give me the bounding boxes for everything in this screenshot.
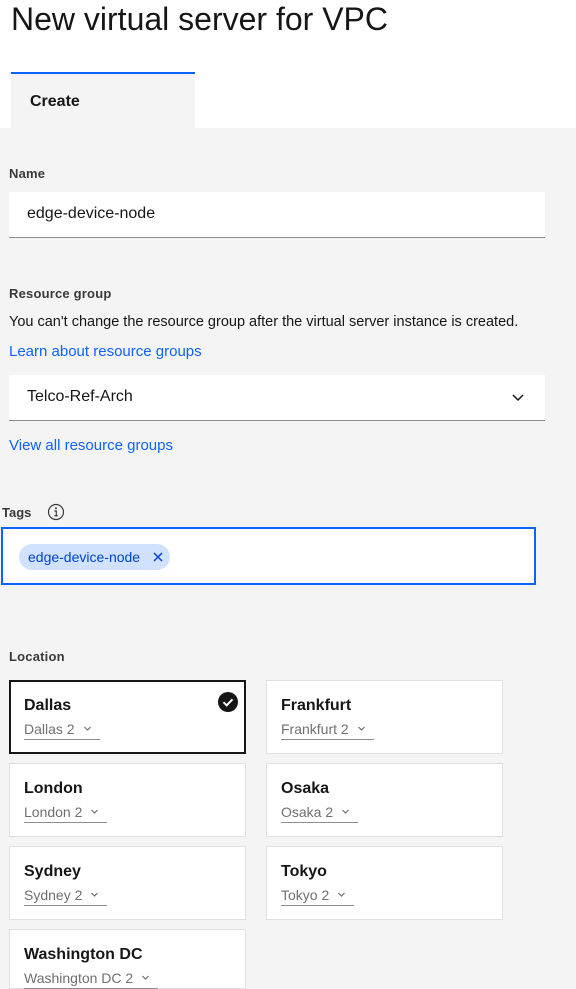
location-tile-washington-dc[interactable]: Washington DC Washington DC 2 bbox=[9, 929, 246, 989]
location-tile-sydney[interactable]: Sydney Sydney 2 bbox=[9, 846, 246, 920]
page-header: New virtual server for VPC Create bbox=[0, 0, 576, 128]
zone-value: Tokyo 2 bbox=[281, 887, 330, 903]
location-city: London bbox=[24, 780, 83, 797]
chevron-down-icon bbox=[342, 809, 350, 814]
tag-chip: edge-device-node bbox=[19, 544, 170, 570]
location-tile-london[interactable]: London London 2 bbox=[9, 763, 246, 837]
zone-value: Frankfurt 2 bbox=[281, 721, 349, 737]
tab-label: Create bbox=[30, 93, 80, 110]
view-all-resource-groups-link[interactable]: View all resource groups bbox=[9, 437, 173, 454]
location-city: Washington DC bbox=[24, 946, 143, 963]
tags-label: Tags bbox=[2, 505, 32, 520]
location-tile-frankfurt[interactable]: Frankfurt Frankfurt 2 bbox=[266, 680, 503, 754]
location-city: Dallas bbox=[24, 697, 72, 714]
zone-select[interactable]: Osaka 2 bbox=[281, 804, 359, 823]
location-city: Tokyo bbox=[281, 863, 327, 880]
zone-value: Dallas 2 bbox=[24, 721, 75, 737]
location-label: Location bbox=[9, 649, 65, 664]
chevron-down-icon bbox=[91, 809, 99, 814]
close-icon[interactable] bbox=[152, 551, 164, 563]
resource-group-select[interactable]: Telco-Ref-Arch bbox=[9, 375, 545, 421]
zone-select[interactable]: Dallas 2 bbox=[24, 721, 100, 740]
location-city: Sydney bbox=[24, 863, 81, 880]
zone-value: Osaka 2 bbox=[281, 804, 334, 820]
location-tile-tokyo[interactable]: Tokyo Tokyo 2 bbox=[266, 846, 503, 920]
chevron-down-icon bbox=[91, 892, 99, 897]
tags-input[interactable]: edge-device-node bbox=[1, 527, 536, 585]
location-tile-osaka[interactable]: Osaka Osaka 2 bbox=[266, 763, 503, 837]
chevron-down-icon bbox=[512, 394, 524, 402]
resource-group-helper-text: You can't change the resource group afte… bbox=[9, 314, 519, 330]
chevron-down-icon bbox=[142, 975, 150, 980]
name-input-value: edge-device-node bbox=[27, 205, 156, 222]
chevron-down-icon bbox=[338, 892, 346, 897]
name-input[interactable]: edge-device-node bbox=[9, 192, 545, 238]
zone-select[interactable]: London 2 bbox=[24, 804, 108, 823]
chevron-down-icon bbox=[83, 726, 91, 731]
resource-group-selected-value: Telco-Ref-Arch bbox=[27, 388, 133, 405]
tab-create[interactable]: Create bbox=[11, 72, 195, 128]
zone-select[interactable]: Frankfurt 2 bbox=[281, 721, 374, 740]
zone-select[interactable]: Tokyo 2 bbox=[281, 887, 355, 906]
location-tile-dallas[interactable]: Dallas Dallas 2 bbox=[9, 680, 246, 754]
learn-resource-groups-link[interactable]: Learn about resource groups bbox=[9, 343, 202, 360]
zone-value: London 2 bbox=[24, 804, 83, 820]
tag-chip-label: edge-device-node bbox=[28, 549, 141, 565]
zone-select[interactable]: Sydney 2 bbox=[24, 887, 108, 906]
location-city: Frankfurt bbox=[281, 697, 352, 714]
resource-group-label: Resource group bbox=[9, 286, 112, 301]
zone-select[interactable]: Washington DC 2 bbox=[24, 970, 159, 989]
chevron-down-icon bbox=[357, 726, 365, 731]
information-icon[interactable] bbox=[47, 503, 65, 521]
location-city: Osaka bbox=[281, 780, 330, 797]
name-label: Name bbox=[9, 166, 46, 181]
checkmark-filled-icon bbox=[218, 692, 238, 712]
zone-value: Sydney 2 bbox=[24, 887, 83, 903]
page-title: New virtual server for VPC bbox=[11, 1, 388, 37]
zone-value: Washington DC 2 bbox=[24, 970, 134, 986]
